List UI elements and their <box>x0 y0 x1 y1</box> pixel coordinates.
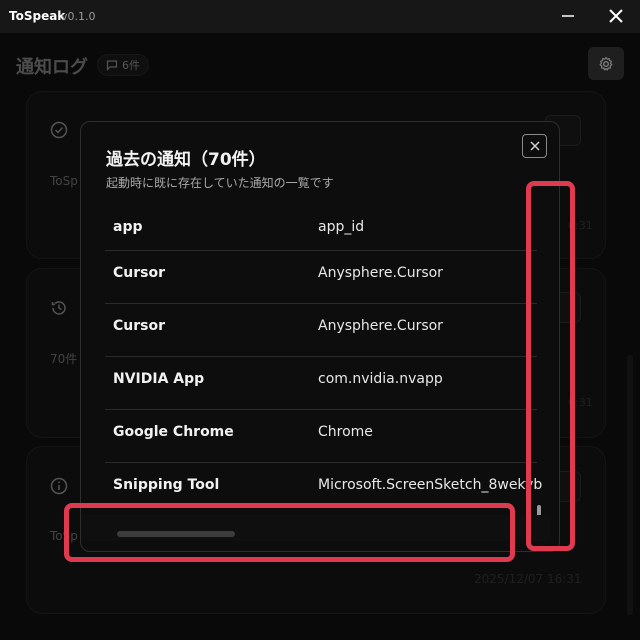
column-header-app-id: app_id <box>318 219 365 235</box>
table-row: Google Chrome Chrome <box>105 410 537 463</box>
app-id-cell: Chrome <box>318 424 373 440</box>
app-version: v0.1.0 <box>61 10 96 23</box>
app-id-cell: Anysphere.Cursor <box>318 318 443 334</box>
app-cell: Snipping Tool <box>113 477 220 493</box>
notifications-table: app app_id Cursor Anysphere.Cursor Curso… <box>105 207 542 516</box>
minimize-button[interactable] <box>555 4 581 28</box>
column-header-app: app <box>113 219 143 235</box>
table-row: Cursor Anysphere.Cursor <box>105 251 537 304</box>
app-cell: Cursor <box>113 265 166 281</box>
window-close-button[interactable] <box>603 4 629 28</box>
close-icon <box>609 9 623 23</box>
table-row: NVIDIA App com.nvidia.nvapp <box>105 357 537 410</box>
modal-subtitle: 起動時に既に存在していた通知の一覧です <box>106 176 334 190</box>
modal-title: 過去の通知（70件） <box>106 150 266 170</box>
modal-close-button[interactable] <box>522 134 547 158</box>
past-notifications-modal: 過去の通知（70件） 起動時に既に存在していた通知の一覧です app app_i… <box>80 121 560 552</box>
app-cell: Google Chrome <box>113 424 234 440</box>
app-id-cell: Anysphere.Cursor <box>318 265 443 281</box>
minimize-icon <box>562 15 574 17</box>
vertical-scrollbar-highlight <box>526 181 575 551</box>
table-row: Cursor Anysphere.Cursor <box>105 304 537 357</box>
app-cell: NVIDIA App <box>113 371 205 387</box>
app-id-cell: com.nvidia.nvapp <box>318 371 443 387</box>
table-header-row: app app_id <box>105 207 537 251</box>
app-name: ToSpeak <box>9 9 66 23</box>
app-cell: Cursor <box>113 318 166 334</box>
modal-close-icon <box>529 141 540 151</box>
window-titlebar: ToSpeak v0.1.0 <box>0 0 640 33</box>
horizontal-scrollbar-highlight <box>64 503 515 562</box>
app-id-cell: Microsoft.ScreenSketch_8wekyb <box>318 477 543 493</box>
